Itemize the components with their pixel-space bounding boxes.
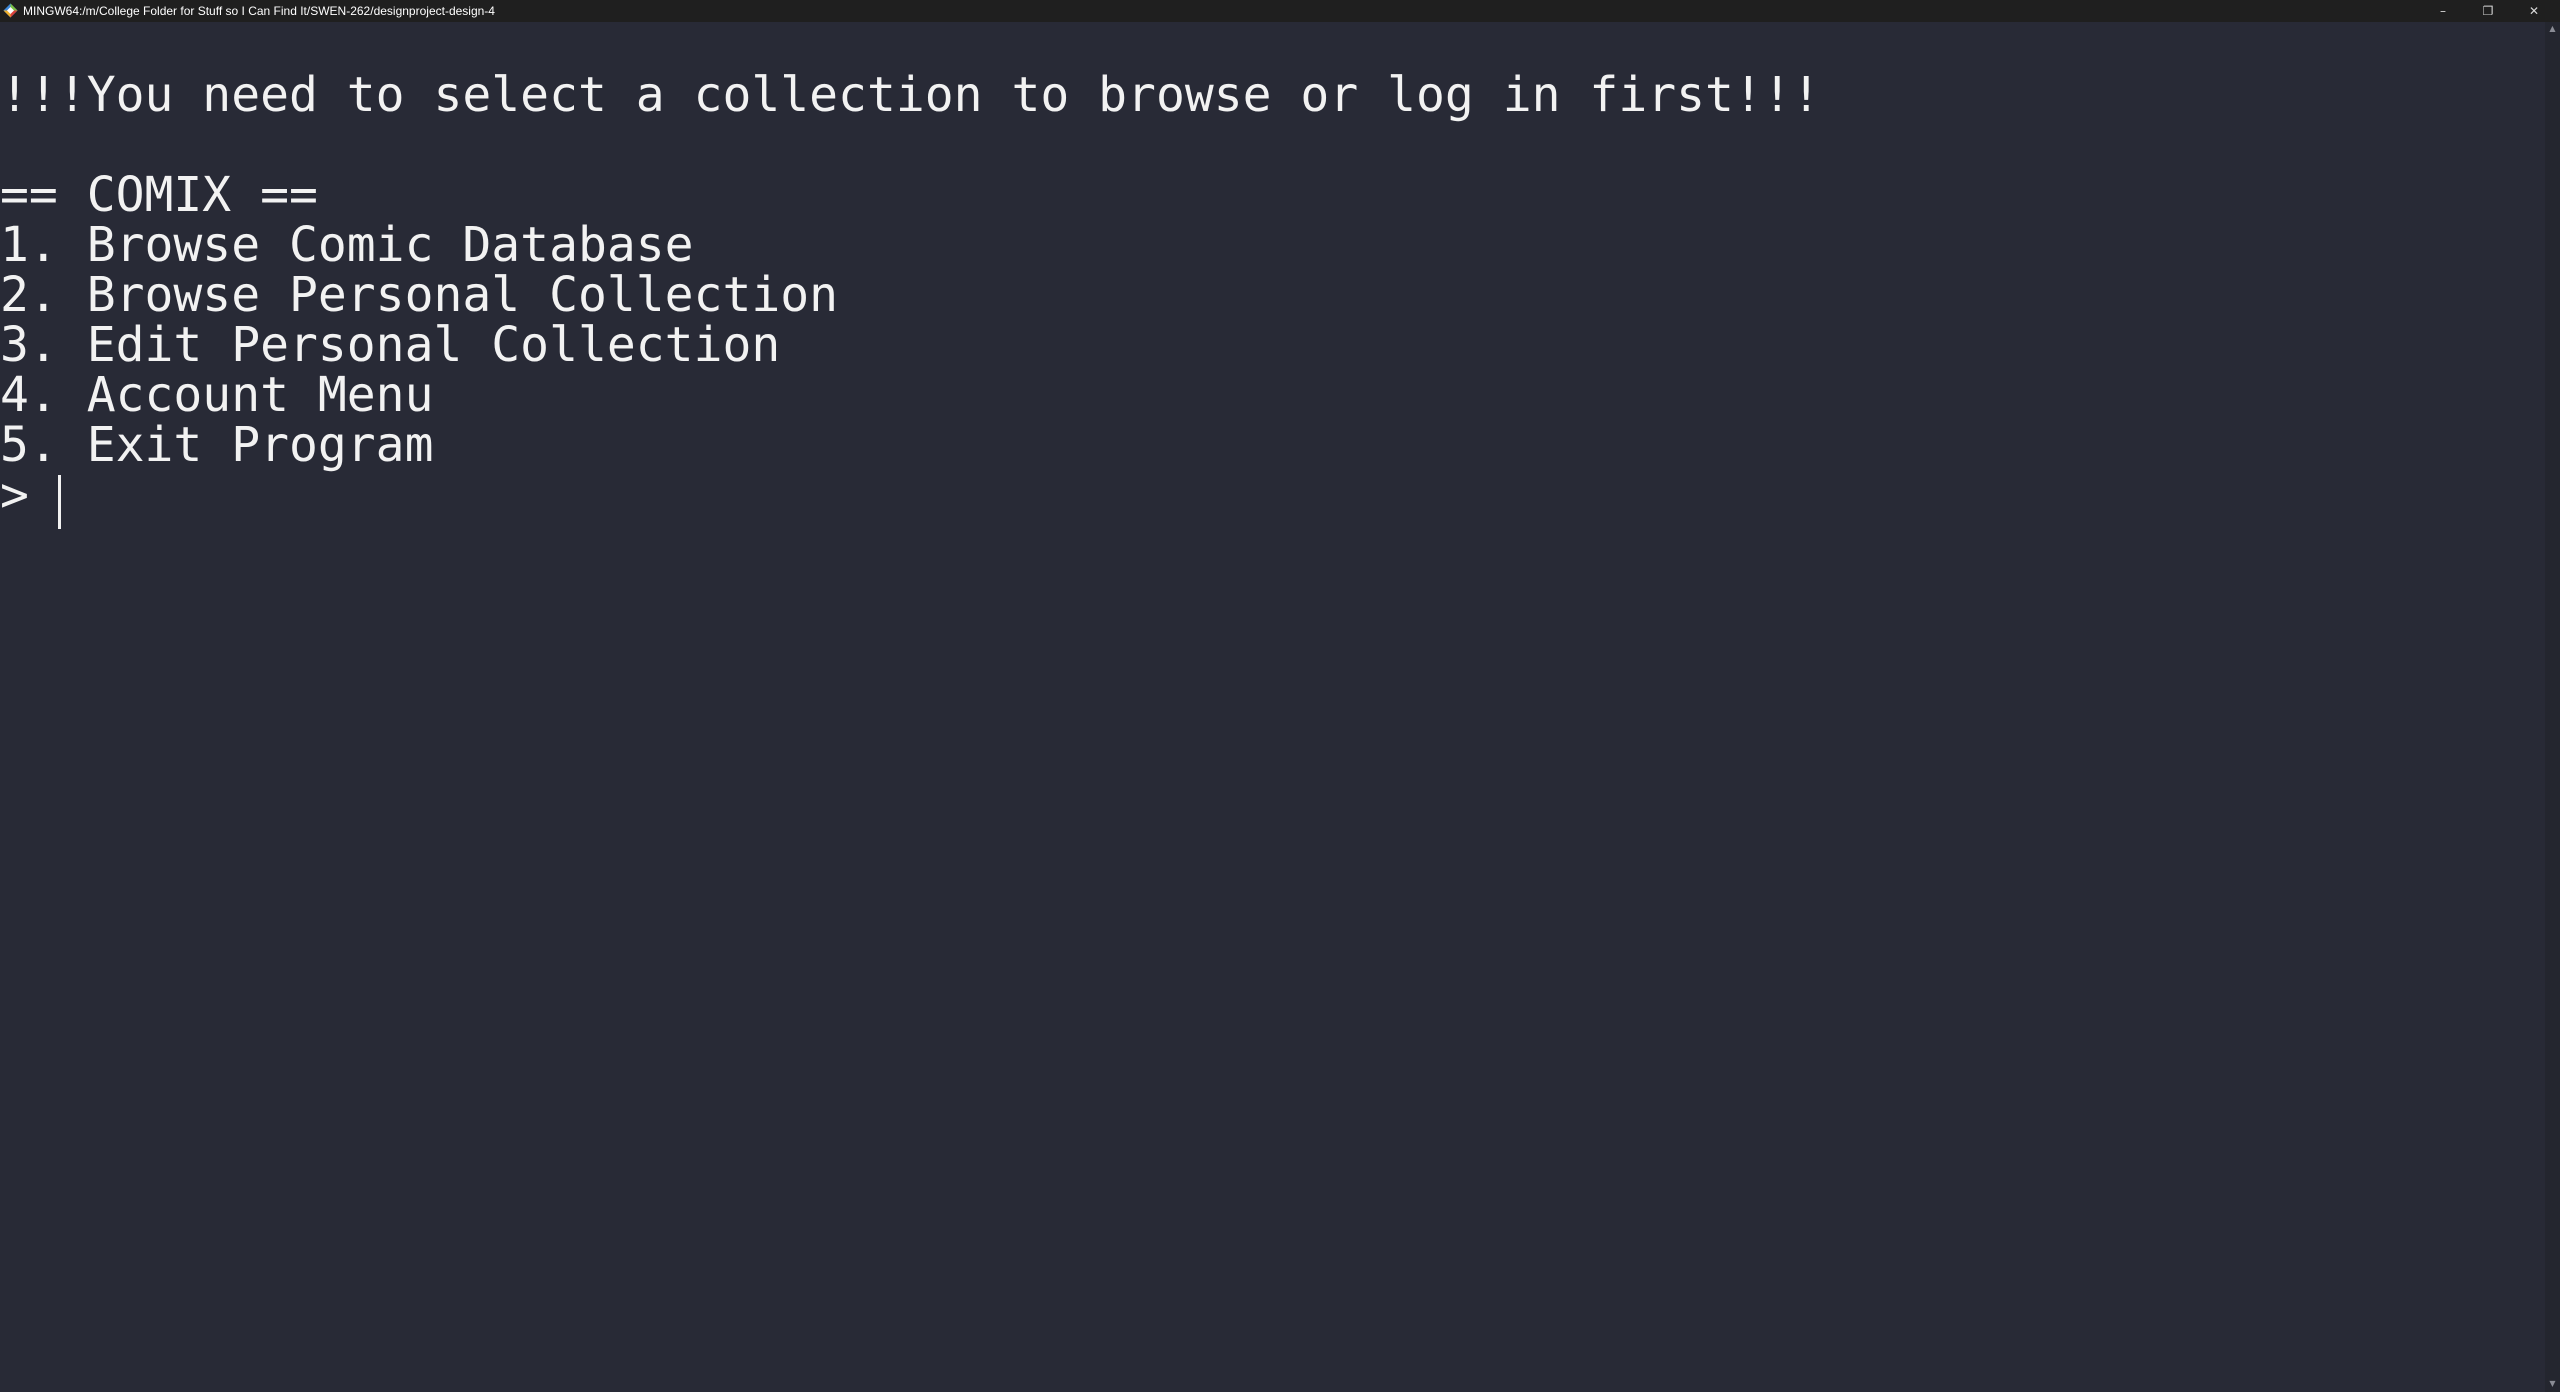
minimize-button[interactable]: – [2421,0,2465,22]
terminal-window: MINGW64:/m/College Folder for Stuff so I… [0,0,2560,1392]
window-title: MINGW64:/m/College Folder for Stuff so I… [23,4,495,18]
menu-heading: == COMIX == [0,167,318,223]
maximize-button[interactable]: ❐ [2466,0,2510,22]
terminal-output[interactable]: !!!You need to select a collection to br… [0,22,2545,1392]
menu-option-edit-personal-collection: 3. Edit Personal Collection [0,317,781,373]
menu-option-browse-comic-database: 1. Browse Comic Database [0,217,694,273]
menu-option-browse-personal-collection: 2. Browse Personal Collection [0,267,839,323]
mingw-icon [3,3,18,18]
minimize-icon: – [2440,4,2446,18]
close-icon: ✕ [2528,4,2540,18]
text-cursor [58,475,61,529]
menu-option-account-menu: 4. Account Menu [0,367,434,423]
command-prompt[interactable]: > [0,470,58,520]
restore-icon: ❐ [2482,4,2494,18]
scroll-down-icon[interactable]: ▼ [2548,1379,2557,1388]
menu-option-exit-program: 5. Exit Program [0,417,434,473]
vertical-scrollbar[interactable]: ▲ ▼ [2545,22,2560,1392]
error-message: !!!You need to select a collection to br… [0,67,1821,123]
title-bar[interactable]: MINGW64:/m/College Folder for Stuff so I… [0,0,2560,22]
scroll-up-icon[interactable]: ▲ [2548,24,2557,33]
close-button[interactable]: ✕ [2512,0,2556,22]
